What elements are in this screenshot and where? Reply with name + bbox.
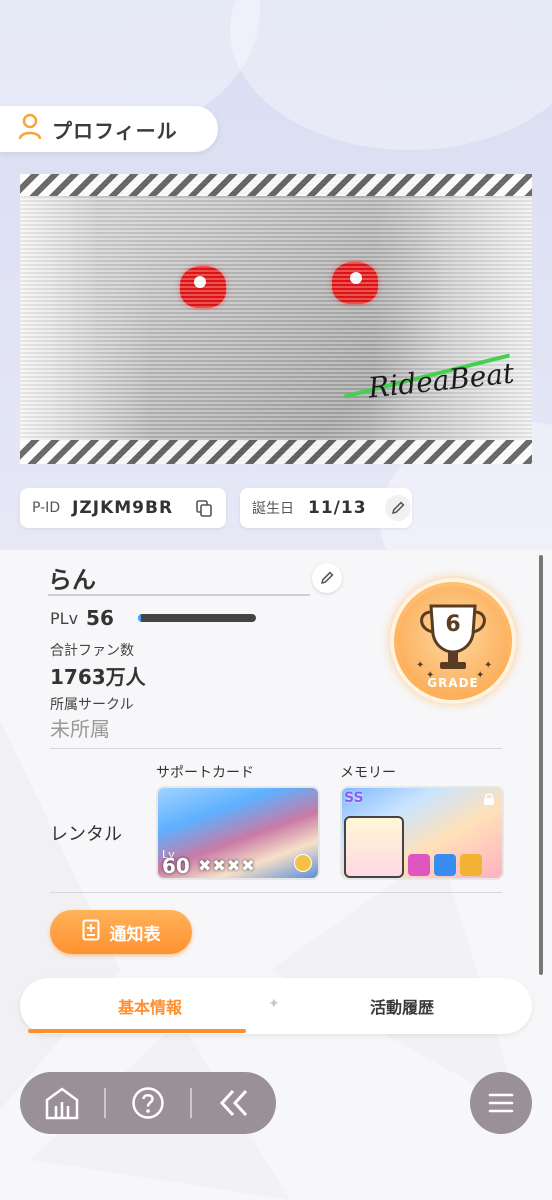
type-badge-icon xyxy=(294,854,312,872)
player-name: らん xyxy=(48,566,96,594)
rental-label: レンタル xyxy=(50,824,122,845)
report-card-icon xyxy=(82,919,100,945)
home-icon xyxy=(45,1087,79,1120)
fans-key: 合計ファン数 xyxy=(50,643,134,659)
person-icon xyxy=(18,113,42,145)
skill-icon xyxy=(434,854,456,876)
circle-key: 所属サークル xyxy=(50,697,134,713)
edit-name-button[interactable] xyxy=(312,563,342,593)
svg-text:✦: ✦ xyxy=(484,660,492,671)
support-level: 60 xyxy=(162,854,190,878)
profile-banner-image[interactable]: RideaBeat xyxy=(20,174,532,464)
name-field: らん xyxy=(48,560,310,596)
grade-label: GRADE xyxy=(427,676,479,690)
edit-birthday-icon[interactable] xyxy=(384,495,411,521)
svg-text:✦: ✦ xyxy=(416,660,424,671)
menu-button[interactable] xyxy=(470,1072,532,1134)
copy-icon[interactable] xyxy=(191,495,217,521)
limit-break-marks: ✖✖✖✖ xyxy=(198,856,256,875)
memory-rank: SS xyxy=(344,790,364,806)
grade-number: 6 xyxy=(445,612,461,637)
home-button[interactable] xyxy=(20,1072,104,1134)
lock-icon xyxy=(482,792,496,810)
sparkle-icon: ✦ xyxy=(268,996,280,1012)
player-id-chip: P-ID JZJKM9BR xyxy=(20,488,226,528)
divider xyxy=(50,892,502,893)
bottom-nav xyxy=(20,1072,276,1134)
skill-icon xyxy=(408,854,430,876)
hamburger-menu-icon xyxy=(488,1093,514,1113)
plv-value: 56 xyxy=(86,606,114,630)
fans-value: 1763万人 xyxy=(50,665,146,689)
tab-activity-history[interactable]: 活動履歴 xyxy=(280,978,524,1034)
report-card-label: 通知表 xyxy=(109,924,161,945)
rental-memory-card[interactable]: SS xyxy=(340,786,504,880)
double-chevron-left-icon xyxy=(219,1089,248,1117)
profile-header: プロフィール xyxy=(0,106,218,152)
grade-badge[interactable]: ✦ ✦ ✦ ✦ 6 GRADE xyxy=(390,578,516,704)
memory-inset-image xyxy=(344,816,404,878)
page-title: プロフィール xyxy=(52,118,178,143)
skill-icon xyxy=(460,854,482,876)
circle-value: 未所属 xyxy=(50,717,110,741)
pencil-icon xyxy=(320,571,334,585)
back-button[interactable] xyxy=(192,1072,276,1134)
active-tab-indicator xyxy=(28,1029,246,1033)
pid-value: JZJKM9BR xyxy=(72,498,174,518)
pid-key: P-ID xyxy=(32,500,61,516)
level-progress-bar xyxy=(137,614,256,622)
help-icon xyxy=(132,1087,164,1119)
scrollbar[interactable] xyxy=(539,555,543,975)
help-button[interactable] xyxy=(106,1072,190,1134)
memory-label: メモリー xyxy=(340,765,396,781)
support-card-label: サポートカード xyxy=(156,765,254,781)
birthday-chip: 誕生日 11/13 xyxy=(240,488,412,528)
plv-key: PLv xyxy=(50,608,79,628)
player-level-row: PLv 56 xyxy=(50,606,256,630)
tab-basic-info[interactable]: 基本情報 xyxy=(28,978,272,1034)
birthday-key: 誕生日 xyxy=(252,501,294,517)
report-card-button[interactable]: 通知表 xyxy=(50,910,192,954)
birthday-value: 11/13 xyxy=(308,498,367,518)
rental-support-card[interactable]: Lv 60 ✖✖✖✖ xyxy=(156,786,320,880)
divider xyxy=(50,748,502,749)
